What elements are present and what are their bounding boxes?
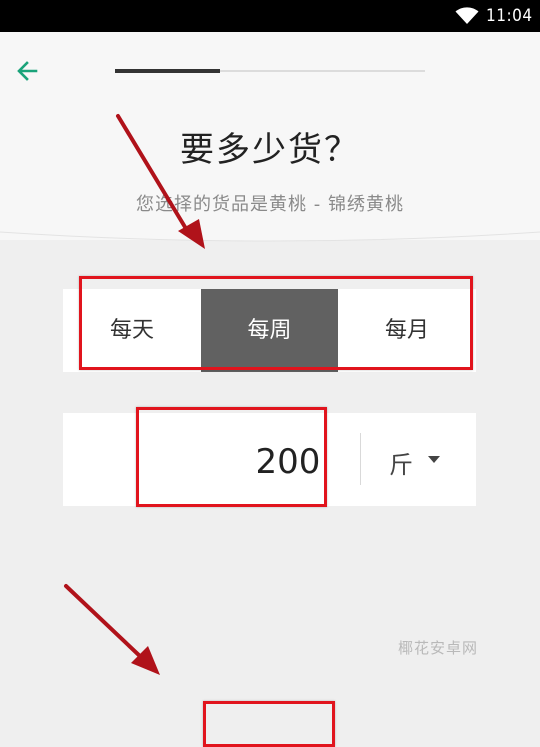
status-time: 11:04 <box>486 6 533 26</box>
page-title: 要多少货？ <box>180 130 360 170</box>
annotation-box-quantity <box>136 407 327 507</box>
arrow-left-icon <box>17 61 38 81</box>
progress-fill <box>115 69 221 73</box>
divider <box>360 433 361 485</box>
watermark: 椰花安卓网 <box>398 639 479 657</box>
unit-dropdown[interactable]: 斤 <box>375 413 465 506</box>
progress-bar <box>115 69 425 73</box>
wifi-icon <box>455 7 479 24</box>
page-subtitle: 您选择的货品是黄桃 - 锦绣黄桃 <box>136 194 404 215</box>
header-curve <box>0 222 540 242</box>
unit-label: 斤 <box>389 451 413 479</box>
annotation-arrow-bottom <box>64 584 160 675</box>
back-button[interactable] <box>12 56 42 86</box>
status-bar: 11:04 <box>0 0 540 32</box>
annotation-box-frequency <box>79 276 473 370</box>
caret-down-icon <box>428 456 440 463</box>
annotation-box-bottom <box>203 701 335 747</box>
